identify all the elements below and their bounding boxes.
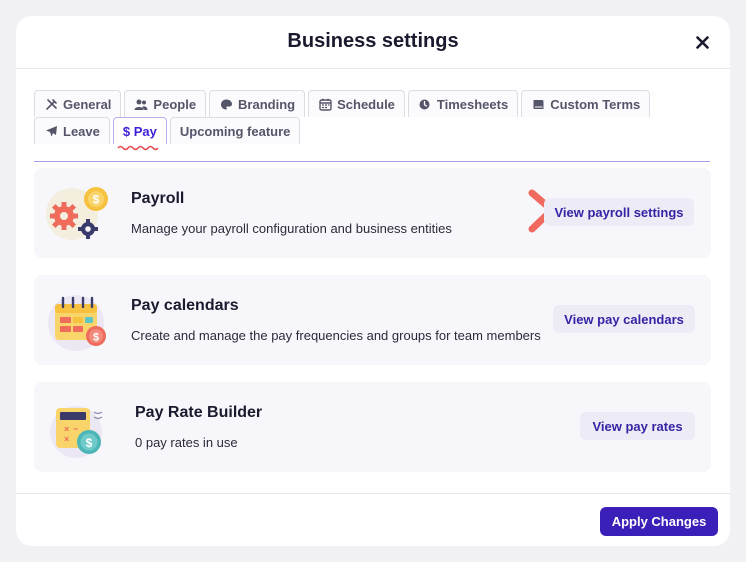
book-icon [531,97,545,111]
tab-label: Custom Terms [550,96,641,112]
close-button[interactable] [692,32,712,52]
card-title: Pay calendars [131,297,239,314]
payroll-gears-icon: $ [46,187,108,240]
svg-text:$: $ [86,436,93,450]
tab-people[interactable]: People [124,90,207,117]
view-pay-calendars-button[interactable]: View pay calendars [553,305,695,333]
svg-text:$: $ [93,193,100,207]
tab-branding[interactable]: Branding [209,90,306,117]
squiggle-underline [117,145,159,151]
tab-label: People [153,96,197,112]
card-title: Pay Rate Builder [135,404,263,421]
tab-custom-terms[interactable]: Custom Terms [521,90,651,117]
business-settings-modal: Business settings General People Brandin… [16,16,730,546]
close-icon [695,35,709,49]
svg-text:−: − [73,424,78,434]
tab-pay-wrap: $ Pay [112,117,170,151]
people-icon [134,97,148,111]
tab-schedule[interactable]: Schedule [308,90,405,117]
tab-timesheets[interactable]: Timesheets [407,90,519,117]
modal-title: Business settings [287,30,459,52]
palette-icon [219,97,233,111]
plane-icon [44,124,58,138]
pay-rate-calculator-icon: × − × $ [50,406,103,458]
tab-label: Leave [63,123,100,139]
card-title: Payroll [131,190,185,207]
tab-upcoming-feature[interactable]: Upcoming feature [169,117,301,144]
footer-divider [16,493,730,494]
clock-icon [418,97,432,111]
tab-row-1: General People Branding Schedule Timeshe… [34,90,710,117]
svg-text:×: × [64,424,69,434]
view-pay-rates-button[interactable]: View pay rates [580,412,695,440]
tab-general[interactable]: General [34,90,122,117]
pay-rate-builder-card: × − × $ Pay Rate Builder 0 pay rates in … [34,382,711,472]
modal-header: Business settings [16,16,730,69]
tab-label: Timesheets [436,96,509,112]
tab-label: General [63,96,112,112]
pay-calendars-card: $ Pay calendars Create and manage the pa… [34,275,711,365]
payroll-card: $ Payroll Manage your payroll configurat… [34,168,711,258]
tools-icon [44,97,58,111]
settings-tabs: General People Branding Schedule Timeshe… [34,90,710,162]
tab-label: Upcoming feature [179,123,291,139]
card-description: Manage your payroll configuration and bu… [131,221,452,236]
apply-changes-button[interactable]: Apply Changes [600,507,718,536]
tab-row-2: Leave $ Pay Upcoming feature [34,117,710,151]
tab-leave[interactable]: Leave [34,117,110,144]
pay-calendar-icon: $ [48,295,106,351]
tab-label: $ Pay [122,123,157,139]
tab-label: Branding [238,96,296,112]
tab-label: Schedule [337,96,395,112]
svg-text:$: $ [93,332,99,344]
calendar-icon [318,97,332,111]
card-description: Create and manage the pay frequencies an… [131,328,541,343]
tab-baseline [34,161,710,162]
card-description: 0 pay rates in use [135,435,238,450]
view-payroll-settings-button[interactable]: View payroll settings [544,198,694,226]
svg-text:×: × [64,434,69,444]
tab-pay[interactable]: $ Pay [112,117,167,144]
